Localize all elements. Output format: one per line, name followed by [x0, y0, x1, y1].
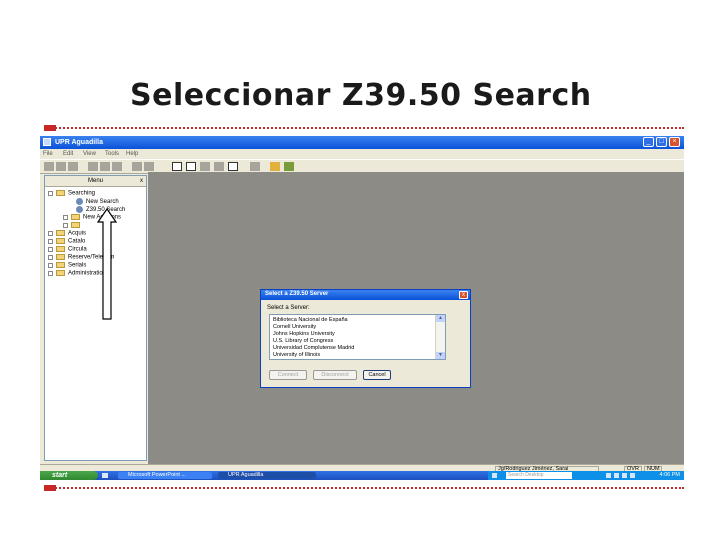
- save-icon[interactable]: [44, 162, 54, 171]
- server-label: Select a Server:: [267, 305, 310, 311]
- start-button[interactable]: start: [40, 471, 98, 480]
- volume-icon[interactable]: [606, 473, 611, 478]
- server-item[interactable]: University of Illinois: [273, 352, 320, 358]
- paste-icon[interactable]: [112, 162, 122, 171]
- slide-title: Seleccionar Z39.50 Search: [130, 78, 592, 113]
- top-divider: [44, 125, 684, 131]
- folder-icon: [56, 270, 65, 276]
- folder-icon: [56, 254, 65, 260]
- menu-panel: Menu x Searching New Search Z39.50 Searc…: [44, 175, 147, 461]
- dialog-close-icon[interactable]: x: [459, 291, 468, 299]
- taskbar: start Microsoft PowerPoint ... UPR Aguad…: [40, 471, 684, 480]
- menu-help[interactable]: Help: [126, 151, 138, 157]
- save-all-icon[interactable]: [56, 162, 66, 171]
- system-tray: Search Desktop 4:06 PM: [488, 471, 684, 480]
- server-item[interactable]: Cornell University: [273, 324, 316, 330]
- search-icon: [76, 198, 83, 205]
- menu-file[interactable]: File: [43, 151, 53, 157]
- expand-icon[interactable]: [63, 222, 68, 228]
- menu-edit[interactable]: Edit: [63, 151, 73, 157]
- collapse-icon[interactable]: [48, 190, 53, 196]
- folder-icon: [56, 190, 65, 196]
- server-list[interactable]: Biblioteca Nacional de España Cornell Un…: [269, 314, 446, 360]
- menu-view[interactable]: View: [83, 151, 96, 157]
- menu-panel-header: Menu x: [45, 176, 146, 187]
- up-arrow-annotation: [97, 208, 117, 320]
- desktop-search-input[interactable]: Search Desktop: [506, 472, 572, 479]
- expand-icon[interactable]: [63, 214, 68, 220]
- window-icon[interactable]: [172, 162, 182, 171]
- calculator-icon[interactable]: [228, 162, 238, 171]
- menu-panel-title: Menu: [87, 178, 103, 184]
- server-item[interactable]: Biblioteca Nacional de España: [273, 317, 348, 323]
- dialog-titlebar[interactable]: Select a Z39.50 Server x: [261, 290, 470, 300]
- globe-icon: [76, 206, 83, 213]
- undo-icon[interactable]: [132, 162, 142, 171]
- expand-icon[interactable]: [48, 262, 53, 268]
- connect-button[interactable]: Connect: [269, 370, 307, 380]
- app-icon: [43, 138, 51, 146]
- dialog-title: Select a Z39.50 Server: [265, 291, 329, 297]
- copy-icon[interactable]: [100, 162, 110, 171]
- expand-icon[interactable]: [48, 238, 53, 244]
- folder-icon: [71, 214, 80, 220]
- server-list-scrollbar[interactable]: ▲ ▼: [435, 315, 445, 359]
- options-icon[interactable]: [214, 162, 224, 171]
- window-split-icon[interactable]: [186, 162, 196, 171]
- quick-launch-icon[interactable]: [102, 473, 108, 478]
- expand-icon[interactable]: [48, 270, 53, 276]
- print-icon[interactable]: [68, 162, 78, 171]
- redo-icon[interactable]: [144, 162, 154, 171]
- expand-icon[interactable]: [48, 254, 53, 260]
- server-item[interactable]: U.S. Library of Congress: [273, 338, 333, 344]
- folder-icon: [56, 262, 65, 268]
- window-title: UPR Aguadilla: [55, 139, 103, 146]
- taskbar-upr-aguadilla[interactable]: UPR Aguadilla: [218, 472, 316, 479]
- expand-icon[interactable]: [48, 230, 53, 236]
- scroll-down-icon[interactable]: ▼: [436, 352, 445, 359]
- taskbar-powerpoint[interactable]: Microsoft PowerPoint ...: [118, 472, 212, 479]
- tree-item-serials[interactable]: Serials: [48, 262, 86, 269]
- menubar: File Edit View Tools Help: [40, 150, 684, 159]
- folder-icon: [71, 222, 80, 228]
- tree-item-searching[interactable]: Searching: [48, 190, 95, 197]
- close-button[interactable]: ×: [669, 137, 680, 147]
- tools-icon[interactable]: [200, 162, 210, 171]
- back-icon[interactable]: [250, 162, 260, 171]
- update-icon[interactable]: [622, 473, 627, 478]
- bottom-divider: [44, 485, 684, 491]
- help-icon[interactable]: [270, 162, 280, 171]
- cut-icon[interactable]: [88, 162, 98, 171]
- maximize-button[interactable]: □: [656, 137, 667, 147]
- tree-item-cataloging[interactable]: Catalo: [48, 238, 85, 245]
- cancel-button[interactable]: Cancel: [363, 370, 391, 380]
- messenger-icon[interactable]: [630, 473, 635, 478]
- workspace: Menu x Searching New Search Z39.50 Searc…: [40, 172, 684, 464]
- screenshot: UPR Aguadilla _ □ × File Edit View Tools…: [40, 136, 684, 480]
- security-icon[interactable]: [614, 473, 619, 478]
- window-titlebar[interactable]: UPR Aguadilla _ □ ×: [40, 136, 684, 149]
- network-icon[interactable]: [492, 473, 497, 478]
- tree-item-acquisitions[interactable]: Acquis: [48, 230, 86, 237]
- folder-icon: [56, 230, 65, 236]
- server-item[interactable]: Johns Hopkins University: [273, 331, 335, 337]
- folder-icon: [56, 246, 65, 252]
- context-help-icon[interactable]: [284, 162, 294, 171]
- tree-item-new-search[interactable]: New Search: [76, 198, 119, 205]
- disconnect-button[interactable]: Disconnect: [313, 370, 357, 380]
- expand-icon[interactable]: [48, 246, 53, 252]
- tree-item-folder[interactable]: [63, 222, 83, 229]
- scroll-up-icon[interactable]: ▲: [436, 315, 445, 322]
- server-item[interactable]: Universidad Complutense Madrid: [273, 345, 354, 351]
- menu-tools[interactable]: Tools: [105, 151, 119, 157]
- folder-icon: [56, 238, 65, 244]
- minimize-button[interactable]: _: [643, 137, 654, 147]
- z3950-server-dialog: Select a Z39.50 Server x Select a Server…: [260, 289, 471, 388]
- tree-item-circulation[interactable]: Circula: [48, 246, 87, 253]
- clock: 4:06 PM: [659, 472, 680, 478]
- menu-panel-close-icon[interactable]: x: [140, 176, 143, 186]
